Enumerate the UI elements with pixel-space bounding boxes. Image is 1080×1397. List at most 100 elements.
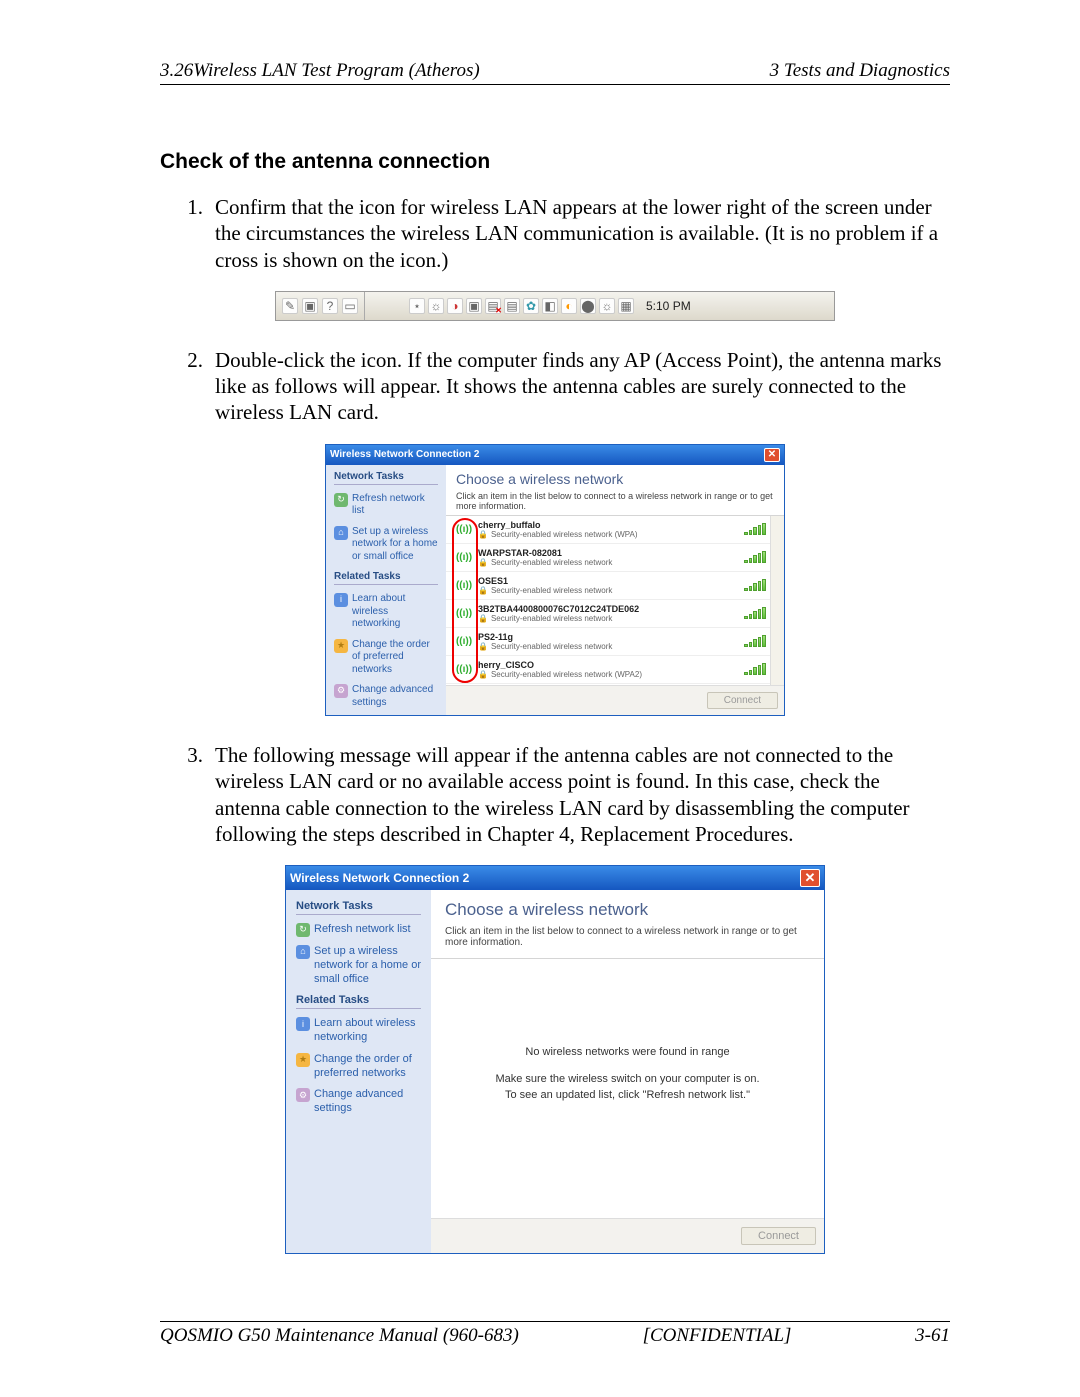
network-security: 🔒Security-enabled wireless network	[478, 586, 738, 595]
close-icon[interactable]: ✕	[764, 448, 780, 462]
help-icon[interactable]: ?	[322, 298, 338, 314]
lock-icon: 🔒	[478, 558, 488, 567]
step-1: 1. Confirm that the icon for wireless LA…	[160, 194, 950, 273]
network-item[interactable]: ((ı)) cherry_buffalo🔒Security-enabled wir…	[446, 516, 784, 544]
wireless-dialog: Wireless Network Connection 2 ✕ Network …	[325, 444, 785, 717]
no-networks-message: No wireless networks were found in range…	[431, 959, 824, 1189]
wireless-lan-icon[interactable]: ▤✕	[485, 298, 501, 314]
learn-wireless-link[interactable]: iLearn about wireless networking	[334, 593, 438, 631]
step-text: Double-click the icon. If the computer f…	[215, 347, 950, 426]
connect-button[interactable]: Connect	[707, 692, 778, 709]
tablet-icon[interactable]: ▭	[342, 298, 358, 314]
section-heading: Check of the antenna connection	[160, 150, 950, 174]
empty-line: Make sure the wireless switch on your co…	[471, 1071, 784, 1088]
taskbar-tray: ✎ ▣ ? ▭ ⋆ ☼ ◑ ▣ ▤✕ ▤ ✿ ◧ ◐ ⬤ ☼	[275, 291, 835, 321]
antenna-icon: ((ı))	[456, 661, 472, 677]
footer-manual-title: QOSMIO G50 Maintenance Manual (960-683)	[160, 1325, 519, 1347]
tray-icon[interactable]: ▣	[466, 298, 482, 314]
network-list-empty: No wireless networks were found in range…	[431, 958, 824, 1218]
setup-wireless-link[interactable]: ⌂Set up a wireless network for a home or…	[296, 945, 421, 986]
network-security: 🔒Security-enabled wireless network (WPA2…	[478, 670, 738, 679]
tool-icon[interactable]: ✎	[282, 298, 298, 314]
network-item[interactable]: ((ı)) herry_CISCO🔒Security-enabled wirele…	[446, 656, 784, 684]
dialog-sidebar: Network Tasks ↻Refresh network list ⌂Set…	[326, 465, 446, 716]
signal-strength-icon	[744, 635, 766, 647]
tray-icon[interactable]: ☼	[599, 298, 615, 314]
network-name: herry_CISCO	[478, 660, 738, 670]
signal-strength-icon	[744, 663, 766, 675]
close-icon[interactable]: ✕	[800, 869, 820, 887]
tray-icon[interactable]: ⬤	[580, 298, 596, 314]
empty-line: To see an updated list, click "Refresh n…	[471, 1087, 784, 1104]
scrollbar[interactable]	[770, 516, 784, 686]
page-header: 3.26Wireless LAN Test Program (Atheros) …	[160, 60, 950, 85]
lock-icon: 🔒	[478, 614, 488, 623]
dialog-title: Wireless Network Connection 2	[290, 871, 469, 885]
signal-strength-icon	[744, 551, 766, 563]
network-security: 🔒Security-enabled wireless network	[478, 558, 738, 567]
dialog-title: Wireless Network Connection 2	[330, 449, 479, 460]
desktop-icon[interactable]: ▣	[302, 298, 318, 314]
tray-icon[interactable]: ⋆	[409, 298, 425, 314]
dialog-titlebar[interactable]: Wireless Network Connection 2 ✕	[326, 445, 784, 465]
tray-icon[interactable]: ◑	[447, 298, 463, 314]
step-text: The following message will appear if the…	[215, 742, 950, 847]
dialog-titlebar[interactable]: Wireless Network Connection 2 ✕	[286, 866, 824, 890]
change-advanced-link[interactable]: ⚙Change advanced settings	[334, 684, 438, 709]
network-item[interactable]: ((ı))PS2-11g🔒Security-enabled wireless n…	[446, 628, 784, 656]
signal-strength-icon	[744, 607, 766, 619]
network-item[interactable]: ((ı))OSES1🔒Security-enabled wireless net…	[446, 572, 784, 600]
step-number: 3.	[160, 742, 215, 847]
refresh-network-list-link[interactable]: ↻Refresh network list	[334, 493, 438, 518]
header-section-right: 3 Tests and Diagnostics	[770, 60, 950, 82]
network-name: WARPSTAR-082081	[478, 548, 738, 558]
antenna-icon: ((ı))	[456, 549, 472, 565]
change-order-link[interactable]: ★Change the order of preferred networks	[334, 639, 438, 677]
tray-icons: ⋆ ☼ ◑ ▣ ▤✕ ▤ ✿ ◧ ◐ ⬤ ☼ ▦	[405, 298, 638, 314]
dialog-main-title: Choose a wireless network	[431, 890, 824, 926]
network-name: cherry_buffalo	[478, 520, 738, 530]
antenna-icon: ((ı))	[456, 605, 472, 621]
network-list[interactable]: ((ı))cherry_buffalo🔒Security-enabled wir…	[446, 515, 784, 686]
tray-icon[interactable]: ✿	[523, 298, 539, 314]
network-item[interactable]: ((ı)) 3B2TBA4400800076C7012C24TDE062🔒Secu…	[446, 600, 784, 628]
tray-icon[interactable]: ◧	[542, 298, 558, 314]
empty-line: No wireless networks were found in range	[471, 1044, 784, 1061]
step-text: Confirm that the icon for wireless LAN a…	[215, 194, 950, 273]
sidebar-group-label: Network Tasks	[334, 471, 438, 485]
step-2: 2. Double-click the icon. If the compute…	[160, 347, 950, 426]
network-security: 🔒Security-enabled wireless network (WPA)	[478, 530, 738, 539]
network-name: 3B2TBA4400800076C7012C24TDE062	[478, 604, 738, 614]
network-security: 🔒Security-enabled wireless network	[478, 614, 738, 623]
step-3: 3. The following message will appear if …	[160, 742, 950, 847]
dialog-subtitle: Click an item in the list below to conne…	[446, 491, 784, 515]
refresh-network-list-link[interactable]: ↻Refresh network list	[296, 923, 421, 937]
document-page: 3.26Wireless LAN Test Program (Atheros) …	[0, 0, 1080, 1397]
dialog-subtitle: Click an item in the list below to conne…	[431, 926, 824, 958]
tray-icon[interactable]: ▤	[504, 298, 520, 314]
step-number: 2.	[160, 347, 215, 426]
change-advanced-link[interactable]: ⚙Change advanced settings	[296, 1088, 421, 1116]
figure-wireless-list: Wireless Network Connection 2 ✕ Network …	[160, 444, 950, 717]
tray-clock[interactable]: 5:10 PM	[638, 299, 699, 313]
figure-systray: ✎ ▣ ? ▭ ⋆ ☼ ◑ ▣ ▤✕ ▤ ✿ ◧ ◐ ⬤ ☼	[160, 291, 950, 321]
tray-icon[interactable]: ☼	[428, 298, 444, 314]
setup-wireless-link[interactable]: ⌂Set up a wireless network for a home or…	[334, 526, 438, 564]
sidebar-group-label: Network Tasks	[296, 900, 421, 915]
signal-strength-icon	[744, 523, 766, 535]
lock-icon: 🔒	[478, 586, 488, 595]
sidebar-group-label: Related Tasks	[296, 994, 421, 1009]
header-section-left: 3.26Wireless LAN Test Program (Atheros)	[160, 60, 480, 82]
change-order-link[interactable]: ★Change the order of preferred networks	[296, 1053, 421, 1081]
learn-wireless-link[interactable]: iLearn about wireless networking	[296, 1017, 421, 1045]
network-name: PS2-11g	[478, 632, 738, 642]
step-number: 1.	[160, 194, 215, 273]
network-item[interactable]: ((ı)) WARPSTAR-082081🔒Security-enabled wi…	[446, 544, 784, 572]
tray-icon[interactable]: ◐	[561, 298, 577, 314]
antenna-icon: ((ı))	[456, 521, 472, 537]
lock-icon: 🔒	[478, 670, 488, 679]
antenna-icon: ((ı))	[456, 633, 472, 649]
tray-icon[interactable]: ▦	[618, 298, 634, 314]
network-name: OSES1	[478, 576, 738, 586]
connect-button[interactable]: Connect	[741, 1227, 816, 1245]
